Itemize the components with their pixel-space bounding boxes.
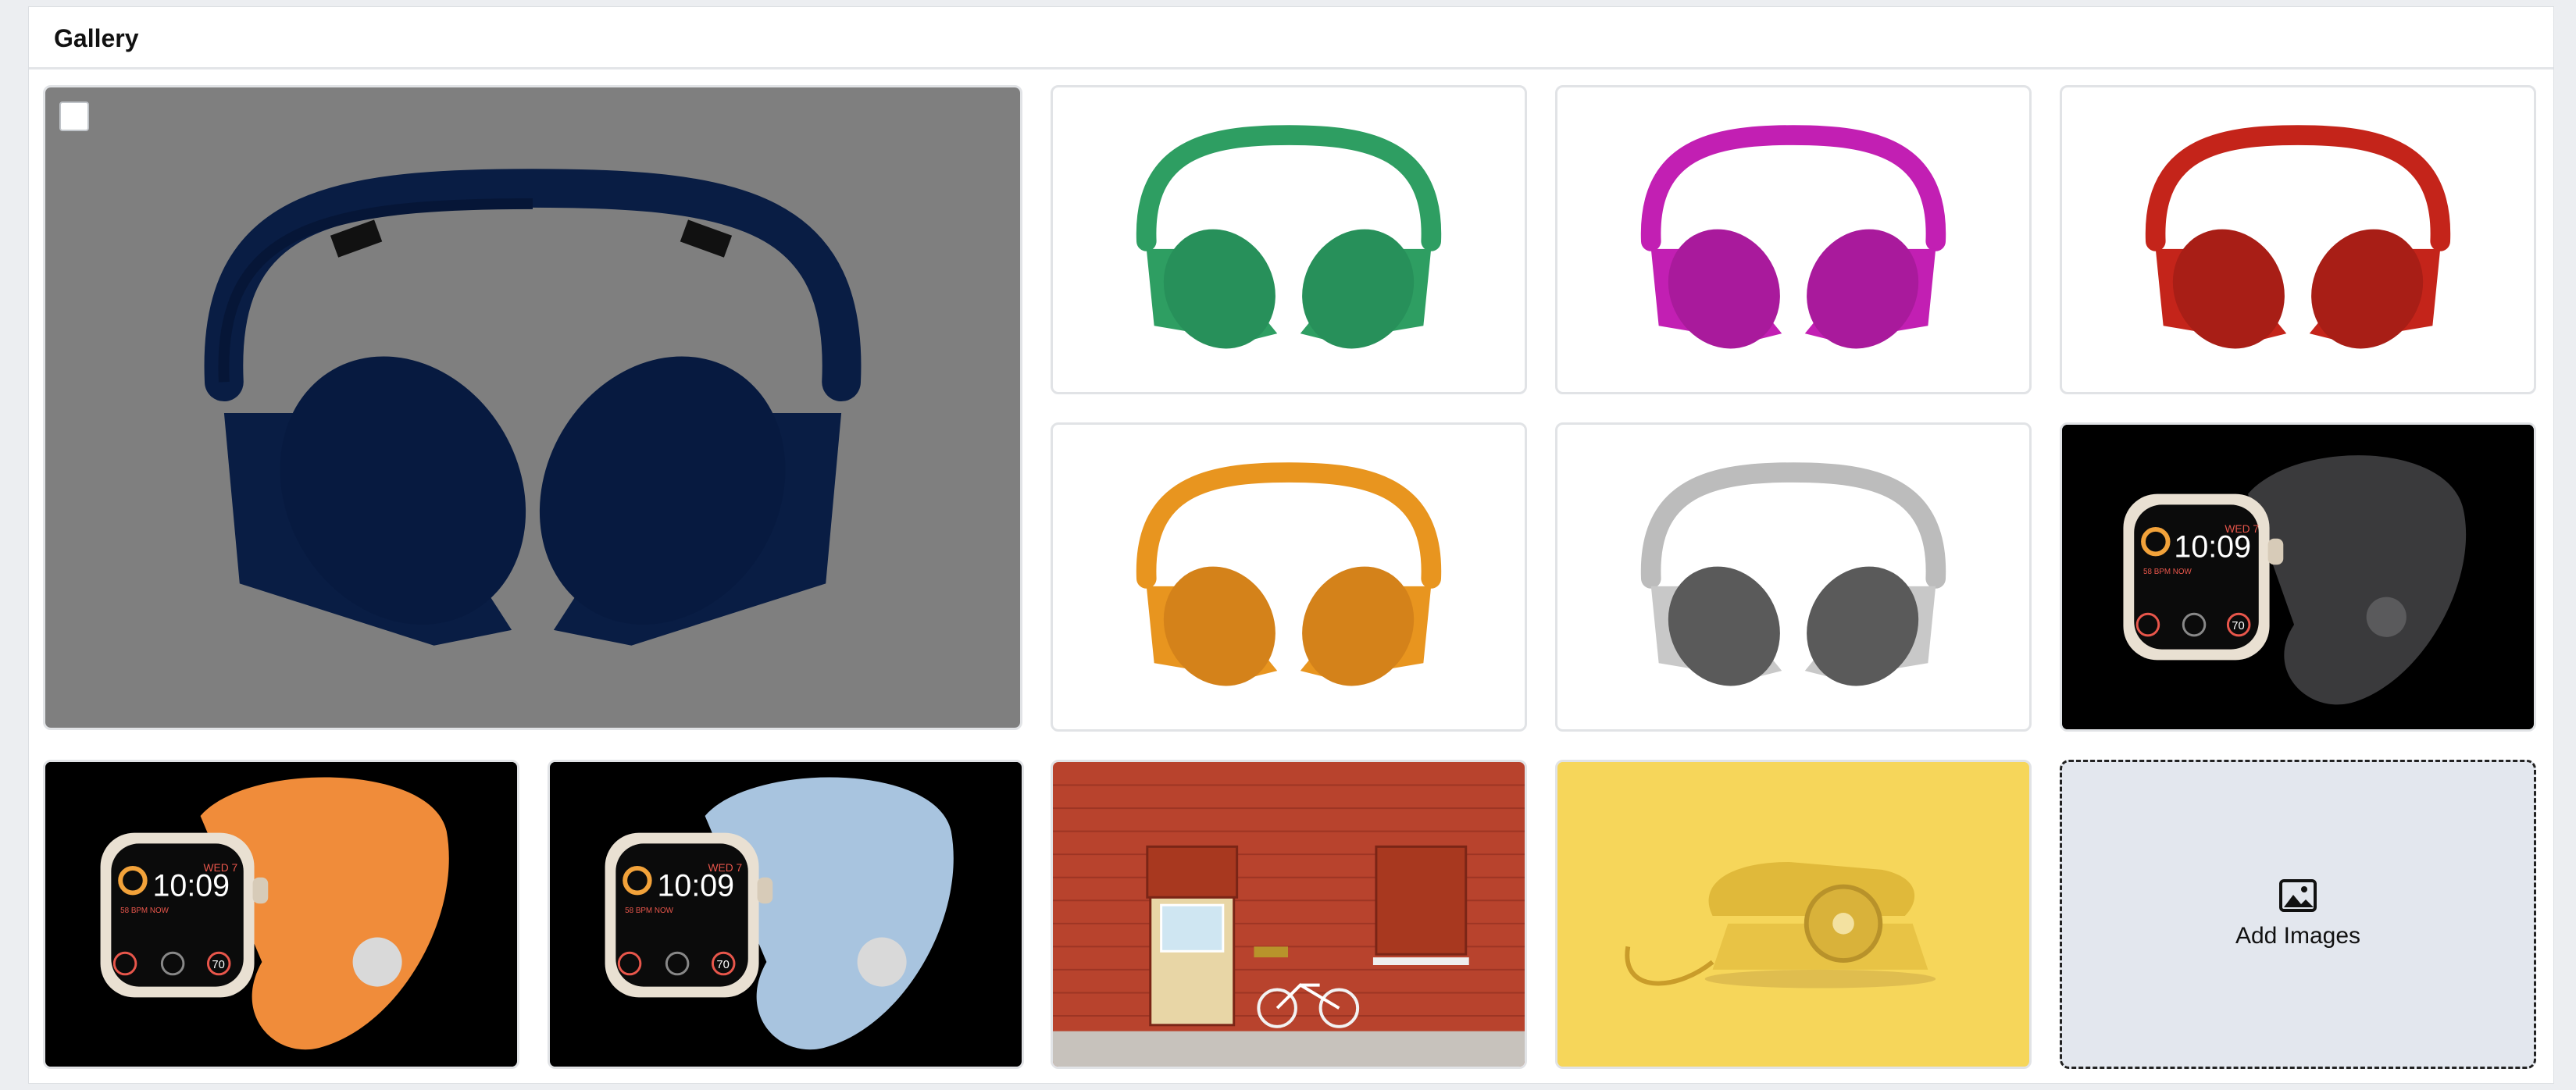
gallery-image-red-headphones[interactable] [2060,85,2536,394]
yellow-phone-image [1558,762,2028,1067]
watch-time: 10:09 [658,868,735,903]
gallery-image-yellow-phone[interactable] [1555,760,2032,1069]
gallery-image-magenta-headphones[interactable] [1555,85,2032,394]
watch-bpm: 58 BPM NOW [120,907,169,915]
magenta-headphones-image [1640,125,1946,349]
gallery-image-silver-headphones[interactable] [1555,422,2032,732]
gallery-title: Gallery [54,24,139,52]
watch-ring-value: 70 [2232,620,2244,632]
select-checkbox[interactable] [59,102,89,131]
gallery-image-orange-watch[interactable]: WED 7 10:09 58 BPM NOW 70 [43,760,519,1069]
gallery-image-black-watch[interactable]: WED 7 10:09 58 BPM NOW 70 [2060,422,2536,732]
watch-bpm: 58 BPM NOW [2143,568,2192,576]
black-watch-image: WED 7 10:09 58 BPM NOW 70 [2063,425,2533,729]
watch-time: 10:09 [2174,529,2251,564]
gallery-panel: Gallery WED 7 10:09 58 BPM NOW 70 WED 7 … [28,6,2554,1084]
gallery-header: Gallery [29,7,2553,69]
add-images-label: Add Images [2235,923,2361,949]
blue-watch-image: WED 7 10:09 58 BPM NOW 70 [551,762,1021,1067]
orange-watch-image: WED 7 10:09 58 BPM NOW 70 [46,762,516,1067]
watch-ring-value: 70 [716,959,729,971]
gallery-image-brick-wall[interactable] [1051,760,1527,1069]
orange-headphones-image [1136,462,1442,686]
selection-overlay [45,87,1020,728]
brick-wall-image [1053,762,1525,1067]
silver-headphones-image [1640,462,1946,686]
gallery-image-blue-headphones[interactable] [43,85,1022,730]
watch-time: 10:09 [153,868,230,903]
add-images-button[interactable]: Add Images [2060,760,2536,1069]
gallery-image-blue-watch[interactable]: WED 7 10:09 58 BPM NOW 70 [548,760,1024,1069]
green-headphones-image [1136,125,1442,349]
image-icon [2279,879,2317,912]
watch-bpm: 58 BPM NOW [625,907,673,915]
gallery-image-orange-headphones[interactable] [1051,422,1527,732]
watch-ring-value: 70 [212,959,224,971]
gallery-image-green-headphones[interactable] [1051,85,1527,394]
red-headphones-image [2145,125,2451,349]
